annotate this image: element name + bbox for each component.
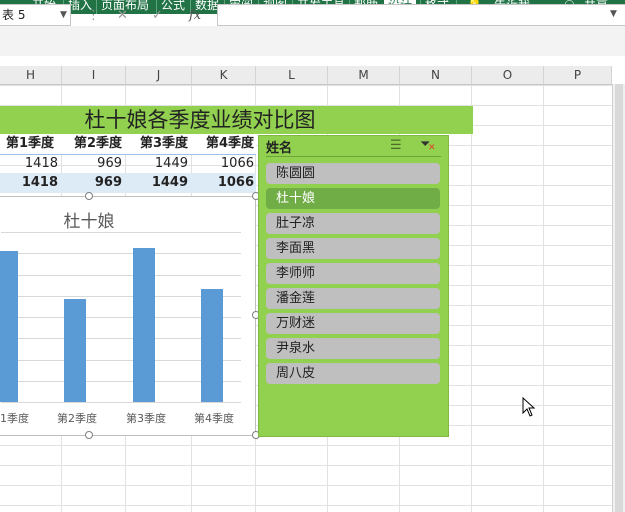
slicer-item-selected[interactable]: 杜十娘 bbox=[266, 188, 440, 209]
multi-select-icon[interactable]: ☰ bbox=[390, 138, 402, 153]
slicer-item[interactable]: 肚子凉 bbox=[266, 213, 440, 234]
bar-4[interactable] bbox=[201, 288, 223, 402]
slicer-item[interactable]: 李面黑 bbox=[266, 238, 440, 259]
slicer-divider bbox=[266, 156, 441, 157]
table-cell[interactable]: 1066 bbox=[192, 155, 254, 173]
table-cell[interactable]: 969 bbox=[62, 174, 122, 192]
expand-formula-icon[interactable]: ▼ bbox=[610, 9, 617, 19]
x-tick-label: 第3季度 bbox=[126, 412, 166, 425]
slicer-header: 姓名 bbox=[266, 141, 293, 156]
gridline bbox=[1, 274, 241, 276]
chart-title[interactable]: 杜十娘 bbox=[0, 207, 178, 232]
column-headers: H I J K L M N O P bbox=[0, 66, 612, 85]
chevron-down-icon[interactable]: ▼ bbox=[60, 10, 67, 20]
gridline bbox=[1, 232, 241, 233]
bar-1[interactable] bbox=[0, 251, 18, 402]
bar-2[interactable] bbox=[64, 299, 86, 402]
table-cell[interactable]: 1066 bbox=[192, 174, 254, 192]
column-header[interactable]: P bbox=[544, 66, 612, 84]
x-tick-label: 第4季度 bbox=[194, 412, 234, 425]
clear-filter-x-icon: ✕ bbox=[428, 143, 436, 153]
slicer-item[interactable]: 万财迷 bbox=[266, 313, 440, 334]
enter-icon[interactable]: ✓ bbox=[152, 8, 163, 23]
column-header[interactable]: J bbox=[126, 66, 192, 84]
table-header-cell[interactable]: 第2季度 bbox=[62, 135, 122, 153]
column-header[interactable]: M bbox=[328, 66, 400, 84]
formula-bar bbox=[0, 26, 625, 56]
slicer-item[interactable]: 周八皮 bbox=[266, 363, 440, 384]
vertical-scrollbar[interactable] bbox=[612, 84, 625, 512]
slicer-item[interactable]: 尹泉水 bbox=[266, 338, 440, 359]
gridline bbox=[1, 253, 241, 255]
x-tick-label: 第1季度 bbox=[0, 412, 29, 425]
column-header[interactable]: O bbox=[472, 66, 544, 84]
formula-input[interactable] bbox=[217, 4, 625, 26]
slicer-item[interactable]: 潘金莲 bbox=[266, 288, 440, 309]
slicer-item[interactable]: 陈圆圆 bbox=[266, 163, 440, 184]
column-header[interactable]: L bbox=[256, 66, 328, 84]
column-header[interactable]: I bbox=[62, 66, 126, 84]
insert-function-icon[interactable]: fx bbox=[189, 8, 201, 23]
table-cell[interactable]: 1418 bbox=[0, 155, 58, 173]
plot-area: 第1季度 第2季度 第3季度 第4季度 bbox=[0, 197, 241, 437]
column-header[interactable]: K bbox=[192, 66, 256, 84]
column-header[interactable]: N bbox=[400, 66, 472, 84]
sheet-title[interactable]: 杜十娘各季度业绩对比图 bbox=[0, 106, 400, 134]
bar-3[interactable] bbox=[133, 248, 155, 402]
table-header-cell[interactable]: 第3季度 bbox=[126, 135, 188, 153]
gridline bbox=[1, 402, 241, 403]
table-cell[interactable]: 1449 bbox=[126, 155, 188, 173]
mouse-cursor-icon bbox=[522, 397, 536, 417]
slicer-item[interactable]: 李师师 bbox=[266, 263, 440, 284]
table-cell[interactable]: 969 bbox=[62, 155, 122, 173]
column-header[interactable]: H bbox=[0, 66, 62, 84]
more-icon: ⋮ bbox=[87, 8, 100, 23]
cancel-icon[interactable]: ✕ bbox=[117, 8, 128, 23]
bar-chart[interactable]: 第1季度 第2季度 第3季度 第4季度 bbox=[0, 196, 256, 436]
scrollbar-thumb[interactable] bbox=[615, 84, 623, 512]
x-tick-label: 第2季度 bbox=[57, 412, 97, 425]
resize-handle[interactable] bbox=[85, 431, 93, 439]
table-header-cell[interactable]: 第4季度 bbox=[192, 135, 254, 153]
table-cell[interactable]: 1449 bbox=[126, 174, 188, 192]
table-header-cell[interactable]: 第1季度 bbox=[0, 135, 54, 153]
resize-handle[interactable] bbox=[85, 192, 93, 200]
table-cell[interactable]: 1418 bbox=[0, 174, 58, 192]
